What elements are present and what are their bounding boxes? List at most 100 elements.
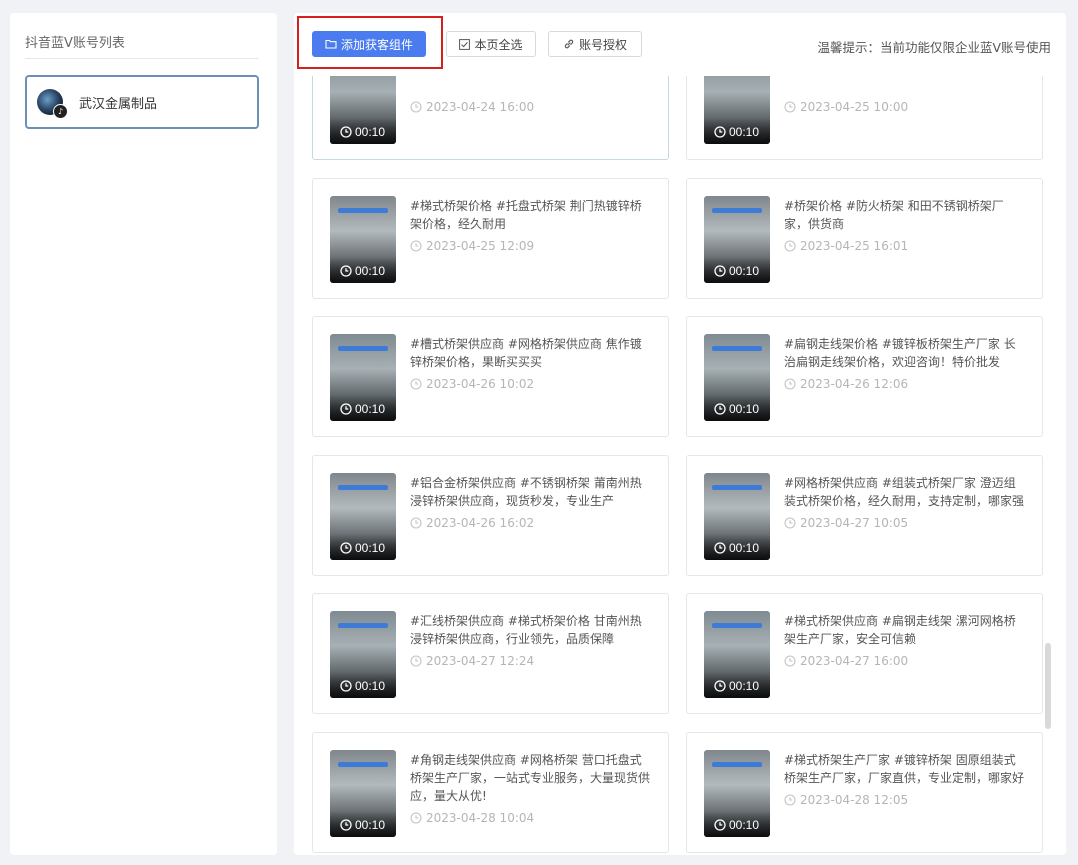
video-date: 2023-04-25 16:01	[784, 239, 908, 253]
duration-text: 00:10	[729, 817, 760, 832]
clock-icon	[784, 101, 796, 113]
video-date: 2023-04-27 16:00	[784, 654, 908, 668]
duration-text: 00:10	[355, 679, 386, 693]
date-text: 2023-04-25 16:01	[800, 238, 909, 253]
video-date: 2023-04-27 10:05	[784, 516, 908, 530]
date-text: 2023-04-26 12:06	[800, 377, 909, 391]
video-thumbnail[interactable]: 00:10	[704, 749, 770, 837]
duration-text: 00:10	[355, 817, 386, 832]
thumbnail-banner	[338, 623, 388, 628]
authorize-label: 账号授权	[578, 37, 627, 52]
clock-icon	[714, 541, 726, 554]
video-card[interactable]: 00:10 热镀锌桥架供应商，质优价低 2023-04-25 10:00	[686, 76, 1043, 160]
avatar: ♪	[37, 89, 68, 119]
date-text: 2023-04-24 16:00	[426, 100, 535, 114]
link-icon	[564, 39, 574, 49]
video-thumbnail[interactable]: 00:10	[330, 195, 396, 283]
scrollbar-thumb[interactable]	[1045, 643, 1051, 729]
video-title: #梯式桥架供应商 #扁钢走线架 漯河网格桥架生产厂家，安全可信赖	[784, 614, 1016, 646]
video-duration: 00:10	[340, 125, 385, 139]
video-thumbnail[interactable]: 00:10	[704, 76, 770, 144]
video-date: 2023-04-26 12:06	[784, 377, 908, 391]
clock-icon	[340, 126, 352, 138]
thumbnail-banner	[712, 484, 762, 490]
video-thumbnail[interactable]: 00:10	[704, 195, 770, 283]
video-card[interactable]: 00:10 #梯式桥架生产厂家 #镀锌桥架 固原组装式桥架生产厂家，厂家直供，专…	[686, 731, 1043, 853]
clock-icon	[714, 680, 726, 692]
video-thumbnail[interactable]: 00:10	[330, 76, 396, 144]
thumbnail-banner	[338, 346, 388, 351]
video-thumbnail[interactable]: 00:10	[704, 472, 770, 560]
video-title: #桥架价格 #防火桥架 和田不锈钢桥架厂家，供货商	[784, 198, 1004, 231]
clock-icon	[784, 378, 796, 390]
video-title: #铝合金桥架供应商 #不锈钢桥架 莆南州热浸锌桥架供应商，现货秒发，专业生产	[410, 475, 642, 508]
video-title: #网格桥架供应商 #组装式桥架厂家 澄迈组装式桥架价格，经久耐用，支持定制，哪家…	[784, 475, 1025, 508]
account-item[interactable]: ♪ 武汉金属制品	[25, 75, 259, 129]
video-date: 2023-04-26 16:02	[410, 516, 534, 530]
toolbar: 添加获客组件 本页全选 账号授权 温馨提示：当前功能仅限企业蓝V账号使用	[294, 13, 1066, 76]
video-card[interactable]: 00:10 #梯式桥架供应商 #扁钢走线架 漯河网格桥架生产厂家，安全可信赖 2…	[686, 593, 1043, 714]
video-thumbnail[interactable]: 00:10	[704, 611, 770, 698]
duration-text: 00:10	[729, 679, 760, 693]
date-text: 2023-04-27 10:05	[800, 515, 909, 530]
video-thumbnail[interactable]: 00:10	[330, 334, 396, 421]
video-card[interactable]: 00:10 #网格桥架供应商 #组装式桥架厂家 澄迈组装式桥架价格，经久耐用，支…	[686, 454, 1043, 576]
account-list-title: 抖音蓝V账号列表	[25, 36, 125, 51]
video-card[interactable]: 00:10 #桥架价格 #防火桥架 和田不锈钢桥架厂家，供货商 2023-04-…	[686, 177, 1043, 299]
video-date: 2023-04-24 16:00	[410, 100, 534, 114]
video-card[interactable]: 00:10 #汇线桥架供应商 #梯式桥架价格 甘南州热浸锌桥架供应商，行业领先，…	[312, 593, 669, 714]
video-thumbnail[interactable]: 00:10	[330, 749, 396, 837]
clock-icon	[340, 541, 352, 554]
video-card[interactable]: 00:10 #槽式桥架供应商 #网格桥架供应商 焦作镀锌桥架价格，果断买买买 2…	[312, 316, 669, 437]
video-panel: 添加获客组件 本页全选 账号授权 温馨提示：当前功能仅限企业蓝V账号使用 00:…	[294, 13, 1066, 855]
scrollbar[interactable]	[1045, 76, 1051, 855]
clock-icon	[340, 403, 352, 415]
video-card[interactable]: 00:10 镀锌桥架生产厂家，质量上乘 2023-04-24 16:00	[312, 76, 669, 160]
video-title: #角钢走线架供应商 #网格桥架 营口托盘式桥架生产厂家，一站式专业服务，大量现货…	[410, 752, 651, 803]
video-card[interactable]: 00:10 #角钢走线架供应商 #网格桥架 营口托盘式桥架生产厂家，一站式专业服…	[312, 731, 669, 853]
account-list-panel: 抖音蓝V账号列表 ♪ 武汉金属制品	[10, 13, 277, 855]
clock-icon	[340, 680, 352, 692]
folder-icon	[325, 39, 337, 49]
date-text: 2023-04-28 10:04	[426, 810, 535, 825]
clock-icon	[714, 403, 726, 415]
clock-icon	[784, 239, 796, 252]
douyin-icon: ♪	[53, 104, 68, 119]
video-date: 2023-04-28 12:05	[784, 793, 908, 807]
select-page-label: 本页全选	[474, 37, 523, 52]
video-title: #扁钢走线架价格 #镀锌板桥架生产厂家 长治扁钢走线架价格，欢迎咨询！特价批发	[784, 337, 1016, 369]
date-text: 2023-04-25 12:09	[426, 238, 535, 253]
add-widget-button[interactable]: 添加获客组件	[312, 31, 426, 57]
video-card[interactable]: 00:10 #梯式桥架价格 #托盘式桥架 荆门热镀锌桥架价格，经久耐用 2023…	[312, 177, 669, 299]
video-card[interactable]: 00:10 #扁钢走线架价格 #镀锌板桥架生产厂家 长治扁钢走线架价格，欢迎咨询…	[686, 316, 1043, 437]
thumbnail-banner	[712, 623, 762, 628]
video-duration: 00:10	[714, 541, 759, 555]
video-thumbnail[interactable]: 00:10	[330, 611, 396, 698]
clock-icon	[410, 101, 422, 113]
video-thumbnail[interactable]: 00:10	[704, 334, 770, 421]
video-duration: 00:10	[340, 818, 385, 832]
clock-icon	[714, 818, 726, 831]
duration-text: 00:10	[729, 125, 760, 139]
divider	[25, 58, 259, 59]
clock-icon	[340, 264, 352, 277]
video-duration: 00:10	[714, 125, 759, 139]
date-text: 2023-04-27 16:00	[800, 654, 909, 668]
thumbnail-banner	[712, 207, 762, 213]
clock-icon	[714, 126, 726, 138]
select-page-button[interactable]: 本页全选	[446, 31, 536, 57]
date-text: 2023-04-26 16:02	[426, 515, 535, 530]
video-date: 2023-04-28 10:04	[410, 811, 534, 825]
authorize-button[interactable]: 账号授权	[548, 31, 642, 57]
video-duration: 00:10	[714, 679, 759, 693]
video-card[interactable]: 00:10 #铝合金桥架供应商 #不锈钢桥架 莆南州热浸锌桥架供应商，现货秒发，…	[312, 454, 669, 576]
clock-icon	[714, 264, 726, 277]
date-text: 2023-04-27 12:24	[426, 654, 535, 668]
duration-text: 00:10	[355, 125, 386, 139]
thumbnail-banner	[338, 761, 388, 767]
video-thumbnail[interactable]: 00:10	[330, 472, 396, 560]
duration-text: 00:10	[729, 540, 760, 555]
video-duration: 00:10	[714, 402, 759, 416]
clock-icon	[340, 818, 352, 831]
video-date: 2023-04-26 10:02	[410, 377, 534, 391]
